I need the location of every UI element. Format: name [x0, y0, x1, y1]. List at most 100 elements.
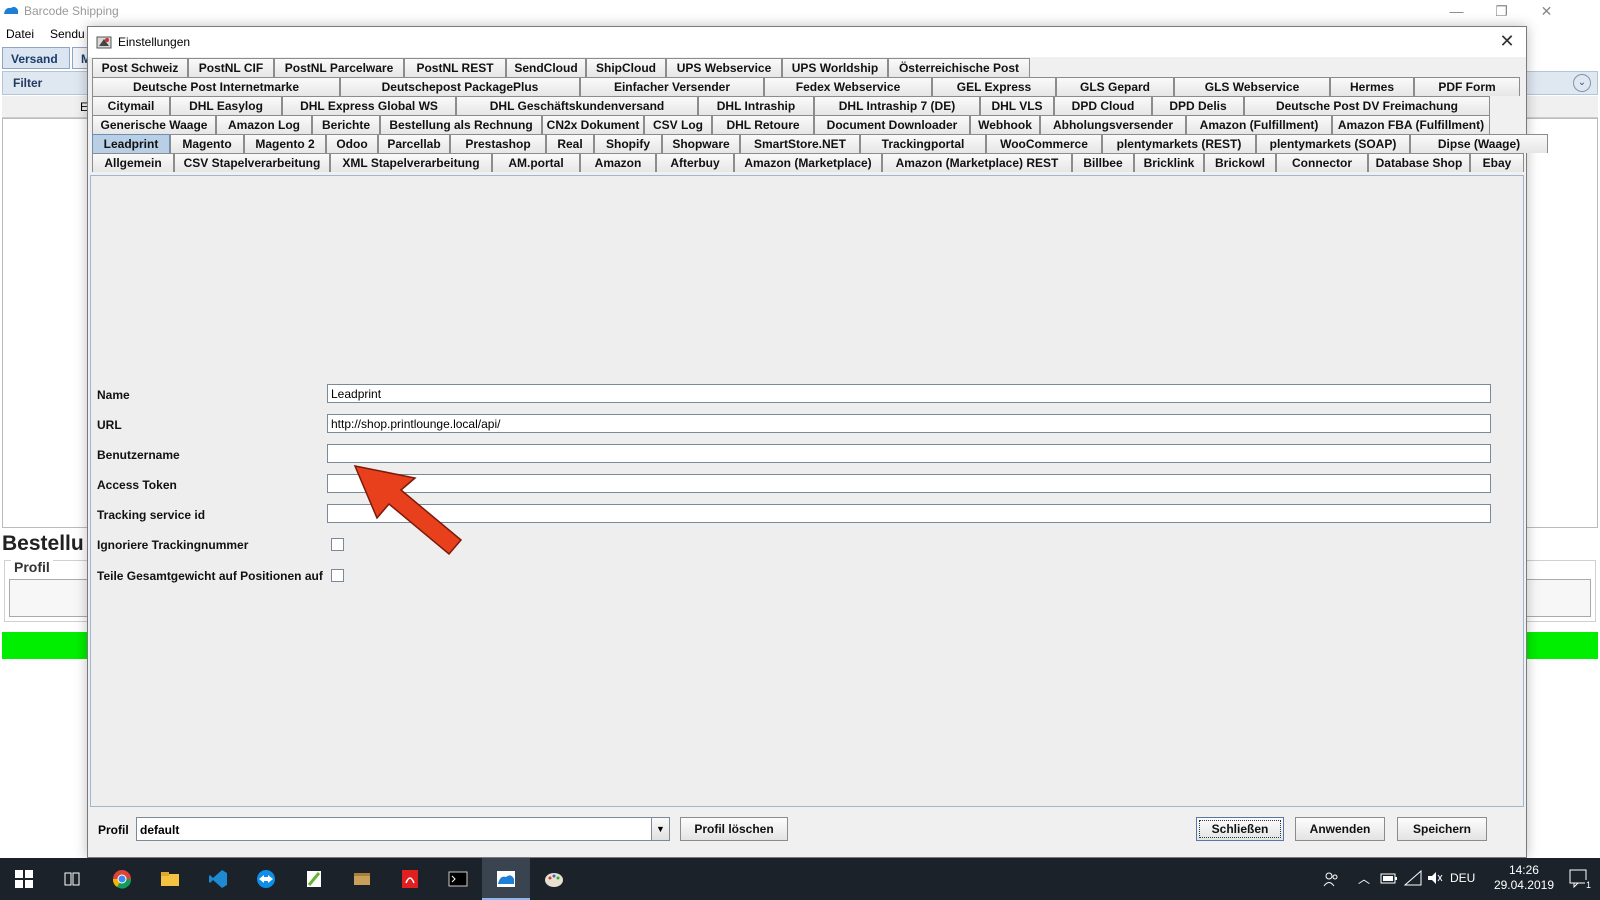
- collapse-filter-icon[interactable]: ⌄: [1573, 74, 1591, 92]
- taskbar-package-app[interactable]: [338, 858, 386, 900]
- profil-select[interactable]: default ▼: [136, 817, 670, 841]
- tab-generische-waage[interactable]: Generische Waage: [92, 115, 216, 134]
- minimize-button[interactable]: —: [1434, 0, 1479, 24]
- tab-einfacher-versender[interactable]: Einfacher Versender: [580, 77, 764, 96]
- tab-csv-log[interactable]: CSV Log: [644, 115, 712, 134]
- taskbar-terminal[interactable]: [434, 858, 482, 900]
- delete-profile-button[interactable]: Profil löschen: [680, 817, 788, 841]
- tray-chevron-up-icon[interactable]: ︿: [1358, 870, 1370, 887]
- tab-postnl-rest[interactable]: PostNL REST: [404, 58, 506, 77]
- tab-csv-stapelverarbeitung[interactable]: CSV Stapelverarbeitung: [174, 153, 330, 172]
- tab-smartstore-net[interactable]: SmartStore.NET: [740, 134, 860, 153]
- taskbar-barcode-shipping[interactable]: [482, 858, 530, 900]
- taskbar-acrobat[interactable]: [386, 858, 434, 900]
- tab-document-downloader[interactable]: Document Downloader: [814, 115, 970, 134]
- tab-dhl-express-global-ws[interactable]: DHL Express Global WS: [282, 96, 456, 115]
- tab-amazon-log[interactable]: Amazon Log: [216, 115, 312, 134]
- tab-dhl-geschäftskundenversand[interactable]: DHL Geschäftskundenversand: [456, 96, 698, 115]
- tab-real[interactable]: Real: [546, 134, 594, 153]
- tab-dhl-easylog[interactable]: DHL Easylog: [170, 96, 282, 115]
- tab-dipse-waage[interactable]: Dipse (Waage): [1410, 134, 1548, 153]
- taskbar-paint[interactable]: [530, 858, 578, 900]
- tab-dhl-retoure[interactable]: DHL Retoure: [712, 115, 814, 134]
- split-weight-checkbox[interactable]: [331, 569, 344, 582]
- tab-berichte[interactable]: Berichte: [312, 115, 380, 134]
- tab-trackingportal[interactable]: Trackingportal: [860, 134, 986, 153]
- tab-parcellab[interactable]: Parcellab: [378, 134, 450, 153]
- tab-postnl-cif[interactable]: PostNL CIF: [188, 58, 274, 77]
- main-close-button[interactable]: ✕: [1524, 0, 1569, 24]
- username-field[interactable]: [327, 444, 1491, 463]
- dialog-close-button[interactable]: ✕: [1492, 27, 1522, 57]
- tab-amazon[interactable]: Amazon: [580, 153, 656, 172]
- name-field[interactable]: [327, 384, 1491, 403]
- tab-deutsche-post-dv-freimachung[interactable]: Deutsche Post DV Freimachung: [1244, 96, 1490, 115]
- tab-gls-gepard[interactable]: GLS Gepard: [1056, 77, 1174, 96]
- tab-bricklink[interactable]: Bricklink: [1134, 153, 1204, 172]
- tab-gel-express[interactable]: GEL Express: [932, 77, 1056, 96]
- tab-cn2x-dokument[interactable]: CN2x Dokument: [542, 115, 644, 134]
- menu-sendungen[interactable]: Sendu: [50, 27, 85, 41]
- restore-button[interactable]: ❐: [1479, 0, 1524, 24]
- battery-icon[interactable]: [1380, 871, 1398, 885]
- tab-magento[interactable]: Magento: [170, 134, 244, 153]
- tab-ups-worldship[interactable]: UPS Worldship: [782, 58, 888, 77]
- tab-afterbuy[interactable]: Afterbuy: [656, 153, 734, 172]
- tab-hermes[interactable]: Hermes: [1330, 77, 1414, 96]
- tab-citymail[interactable]: Citymail: [92, 96, 170, 115]
- close-button[interactable]: Schließen: [1196, 817, 1284, 841]
- tab-dhl-vls[interactable]: DHL VLS: [980, 96, 1054, 115]
- tab-billbee[interactable]: Billbee: [1072, 153, 1134, 172]
- tab-database-shop[interactable]: Database Shop: [1368, 153, 1470, 172]
- tab-dpd-delis[interactable]: DPD Delis: [1152, 96, 1244, 115]
- start-button[interactable]: [0, 858, 48, 900]
- tab-pdf-form[interactable]: PDF Form: [1414, 77, 1520, 96]
- tab-leadprint[interactable]: Leadprint: [92, 134, 170, 153]
- tab-magento-2[interactable]: Magento 2: [244, 134, 326, 153]
- ignore-tracking-checkbox[interactable]: [331, 538, 344, 551]
- tab-shopware[interactable]: Shopware: [662, 134, 740, 153]
- tab-allgemein[interactable]: Allgemein: [92, 153, 174, 172]
- tab-amazon-marketplace[interactable]: Amazon (Marketplace): [734, 153, 882, 172]
- tab-ups-webservice[interactable]: UPS Webservice: [666, 58, 782, 77]
- tab-plentymarkets-soap[interactable]: plentymarkets (SOAP): [1256, 134, 1410, 153]
- tab-connector[interactable]: Connector: [1276, 153, 1368, 172]
- tracking-service-id-field[interactable]: [327, 504, 1491, 523]
- wifi-icon[interactable]: [1404, 870, 1422, 886]
- taskbar-teamviewer[interactable]: [242, 858, 290, 900]
- volume-muted-icon[interactable]: [1426, 870, 1444, 886]
- tab-odoo[interactable]: Odoo: [326, 134, 378, 153]
- tab-abholungsversender[interactable]: Abholungsversender: [1040, 115, 1186, 134]
- language-indicator[interactable]: DEU: [1450, 871, 1475, 885]
- taskbar-chrome[interactable]: [98, 858, 146, 900]
- tab-webhook[interactable]: Webhook: [970, 115, 1040, 134]
- tab-woocommerce[interactable]: WooCommerce: [986, 134, 1102, 153]
- chevron-down-icon[interactable]: ▼: [651, 818, 669, 840]
- tab-am-portal[interactable]: AM.portal: [492, 153, 580, 172]
- tab-versand[interactable]: Versand: [2, 47, 70, 69]
- taskbar-file-explorer[interactable]: [146, 858, 194, 900]
- tab-amazon-fba-fulfillment[interactable]: Amazon FBA (Fulfillment): [1332, 115, 1490, 134]
- taskbar-notepad-plus[interactable]: [290, 858, 338, 900]
- tab-post-schweiz[interactable]: Post Schweiz: [92, 58, 188, 77]
- apply-button[interactable]: Anwenden: [1295, 817, 1385, 841]
- tab-brickowl[interactable]: Brickowl: [1204, 153, 1276, 172]
- tab-deutsche-post-internetmarke[interactable]: Deutsche Post Internetmarke: [92, 77, 340, 96]
- tab-postnl-parcelware[interactable]: PostNL Parcelware: [274, 58, 404, 77]
- tab-dhl-intraship[interactable]: DHL Intraship: [698, 96, 814, 115]
- save-button[interactable]: Speichern: [1397, 817, 1487, 841]
- tab-deutschepost-packageplus[interactable]: Deutschepost PackagePlus: [340, 77, 580, 96]
- taskbar-vscode[interactable]: [194, 858, 242, 900]
- taskbar-clock[interactable]: 14:26 29.04.2019: [1494, 863, 1554, 893]
- tab-xml-stapelverarbeitung[interactable]: XML Stapelverarbeitung: [330, 153, 492, 172]
- people-icon[interactable]: [1322, 870, 1340, 888]
- tab-prestashop[interactable]: Prestashop: [450, 134, 546, 153]
- tab-sendcloud[interactable]: SendCloud: [506, 58, 586, 77]
- tab-amazon-fulfillment[interactable]: Amazon (Fulfillment): [1186, 115, 1332, 134]
- tab-shipcloud[interactable]: ShipCloud: [586, 58, 666, 77]
- url-field[interactable]: [327, 414, 1491, 433]
- tab-gls-webservice[interactable]: GLS Webservice: [1174, 77, 1330, 96]
- task-view-button[interactable]: [48, 858, 96, 900]
- tab-amazon-marketplace-rest[interactable]: Amazon (Marketplace) REST: [882, 153, 1072, 172]
- tab-plentymarkets-rest[interactable]: plentymarkets (REST): [1102, 134, 1256, 153]
